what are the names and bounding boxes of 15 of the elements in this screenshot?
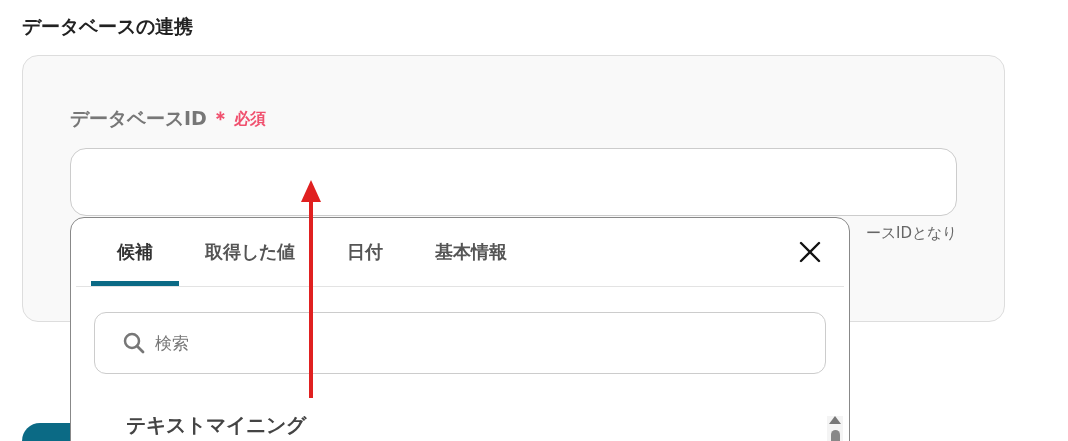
- search-icon: [122, 331, 146, 355]
- popup-tab[interactable]: 基本情報: [409, 218, 533, 286]
- required-label: 必須: [233, 108, 266, 130]
- popup-tab[interactable]: 取得した値: [179, 218, 321, 286]
- search-field[interactable]: 検索: [94, 312, 826, 374]
- popup-tab[interactable]: 候補: [91, 218, 179, 286]
- field-label: データベースID: [70, 106, 207, 131]
- database-id-field[interactable]: [70, 148, 957, 216]
- field-hint: ースIDとなり: [866, 224, 957, 243]
- close-icon[interactable]: [798, 240, 822, 264]
- section-title: データベースの連携: [21, 14, 194, 39]
- popup-tab[interactable]: 日付: [321, 218, 409, 286]
- group-title: テキストマイニング: [126, 412, 306, 439]
- required-mark: ＊: [210, 106, 230, 131]
- scroll-up-icon[interactable]: [829, 416, 841, 424]
